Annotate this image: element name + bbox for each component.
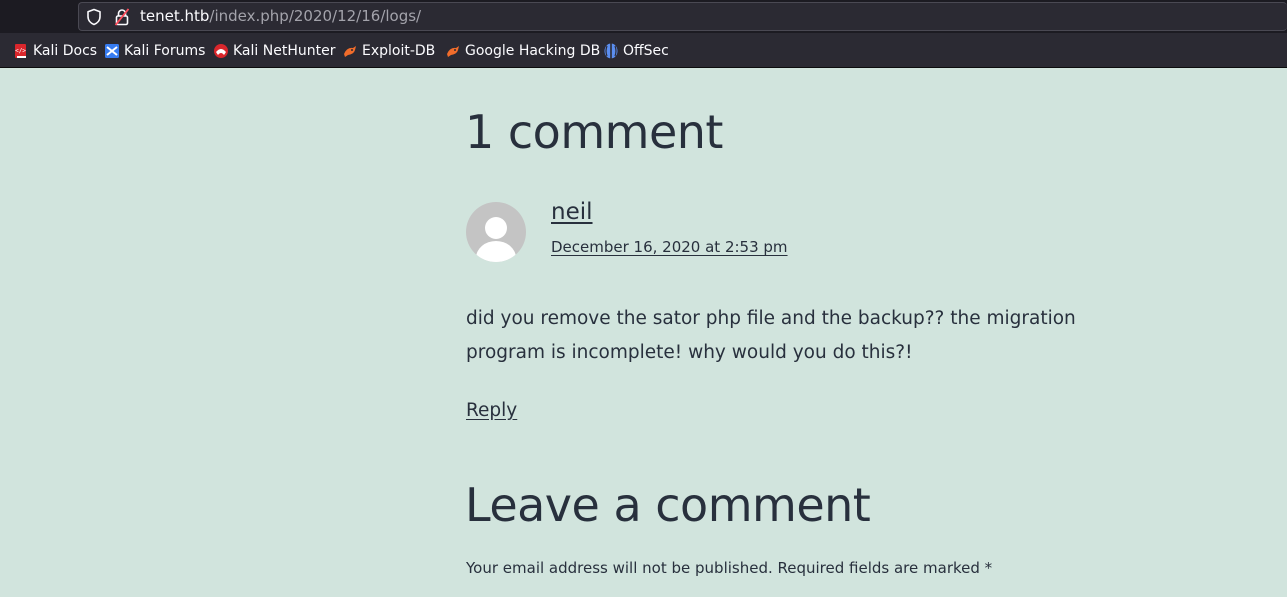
bookmarks-toolbar: </> Kali Docs Kali Forums Kali NetHunter… [0,33,1287,68]
bookmark-label: Google Hacking DB [465,43,601,59]
bookmark-kali-nethunter[interactable]: Kali NetHunter [213,42,335,60]
url-host: tenet.htb [140,7,210,25]
bookmark-exploit-db[interactable]: Exploit-DB [342,42,435,60]
comments-title: 1 comment [465,105,723,159]
google-hacking-db-icon [447,46,459,57]
bookmark-label: Exploit-DB [362,43,436,59]
avatar [466,202,526,262]
comment-author-link[interactable]: neil [551,198,593,226]
kali-docs-icon: </> [15,44,26,58]
reply-link[interactable]: Reply [466,398,517,424]
bookmark-label: Kali Docs [33,43,98,59]
bookmark-google-hacking-db[interactable]: Google Hacking DB [445,42,600,60]
exploit-db-icon [344,46,356,57]
reply-title: Leave a comment [465,478,871,532]
browser-toolbar: tenet.htb/index.php/2020/12/16/logs/ [0,0,1287,33]
kali-nethunter-icon [214,44,228,58]
insecure-lock-icon[interactable] [115,8,129,26]
url-text[interactable]: tenet.htb/index.php/2020/12/16/logs/ [140,7,421,25]
kali-forums-icon [105,44,119,58]
offsec-icon [604,43,618,59]
comment-body: did you remove the sator php file and th… [466,308,1076,363]
default-avatar-icon [476,217,516,262]
bookmark-label: OffSec [623,43,669,59]
url-path: /index.php/2020/12/16/logs/ [209,7,422,25]
bookmark-offsec[interactable]: OffSec [603,42,669,60]
email-notice: Your email address will not be published… [466,559,993,577]
bookmark-kali-docs[interactable]: </> Kali Docs [13,42,97,60]
svg-text:</>: </> [15,48,26,55]
bookmark-label: Kali Forums [124,43,206,59]
bookmark-kali-forums[interactable]: Kali Forums [104,42,205,60]
bookmark-label: Kali NetHunter [233,43,336,59]
shield-icon[interactable] [86,8,102,26]
comment-date-link[interactable]: December 16, 2020 at 2:53 pm [551,237,788,257]
